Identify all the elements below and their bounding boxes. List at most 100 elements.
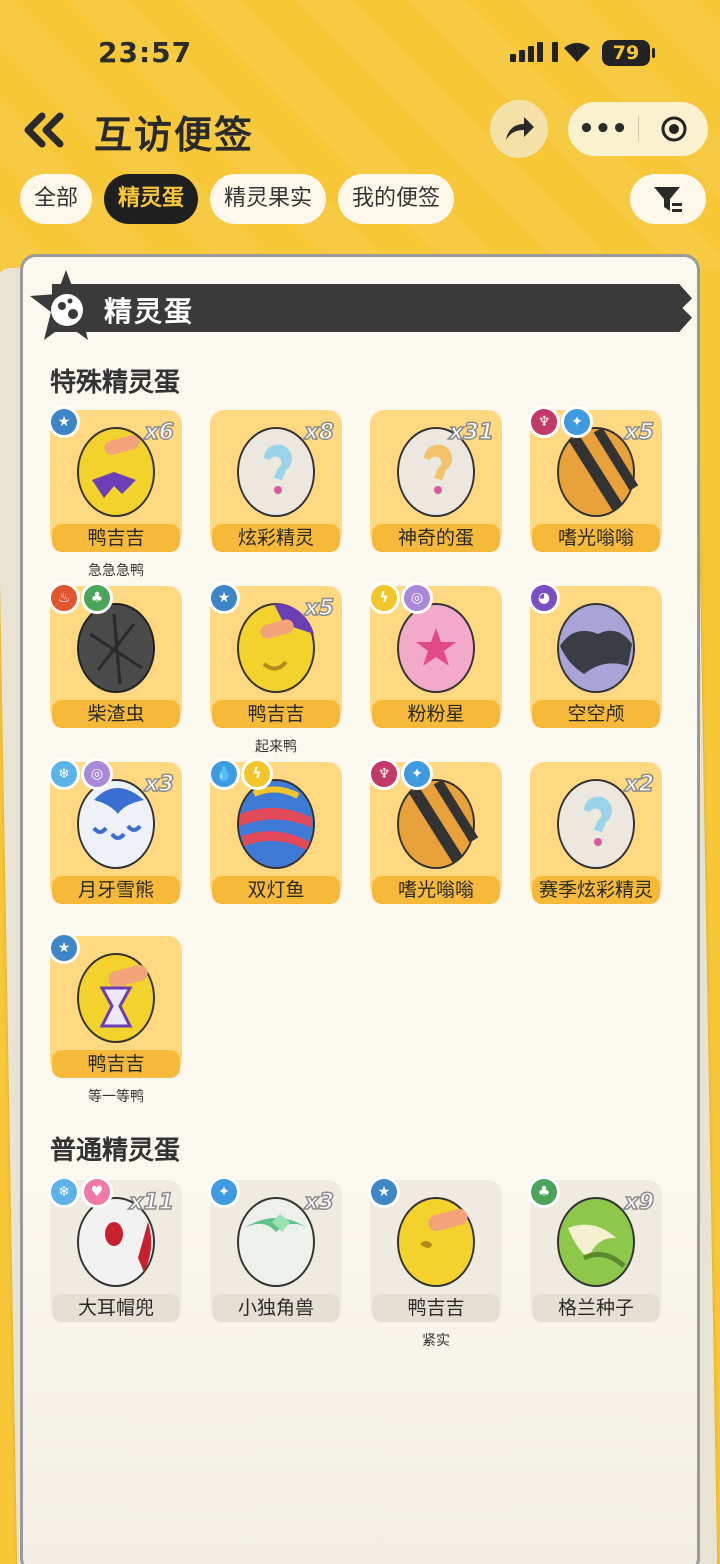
- demon-type-icon: ♆: [368, 758, 400, 790]
- illusion-type-icon: ◎: [401, 582, 433, 614]
- egg-count: x5: [624, 419, 655, 446]
- tab-my-notes[interactable]: 我的便签: [338, 174, 455, 224]
- egg-name: 柴渣虫: [52, 700, 180, 728]
- egg-count: x3: [144, 771, 175, 798]
- demon-type-icon: ♆: [528, 406, 560, 438]
- electric-type-icon: ϟ: [241, 758, 273, 790]
- egg-card[interactable]: x2 赛季炫彩精灵: [530, 762, 662, 906]
- fire-type-icon: ♨: [48, 582, 80, 614]
- battery-indicator: 79: [602, 40, 655, 66]
- ghost-type-icon: ◕: [528, 582, 560, 614]
- egg-card[interactable]: ❄ ♥ x11 大耳帽兜: [48, 1176, 182, 1324]
- back-button[interactable]: [22, 108, 70, 152]
- tab-all[interactable]: 全部: [20, 174, 93, 224]
- egg-icon: [397, 1197, 475, 1287]
- egg-card[interactable]: ★ 鸭吉吉: [48, 932, 182, 1080]
- egg-card[interactable]: x31 神奇的蛋: [370, 410, 502, 554]
- ice-type-icon: ❄: [48, 758, 80, 790]
- egg-card[interactable]: ◕ 空空颅: [528, 582, 662, 730]
- egg-name: 嗜光嗡嗡: [532, 524, 660, 552]
- egg-subtitle: 急急急鸭: [88, 563, 144, 579]
- status-bar: 23:57 79: [0, 0, 720, 100]
- double-chevron-left-icon: [24, 112, 64, 148]
- egg-name: 大耳帽兜: [52, 1294, 180, 1322]
- egg-subtitle: 起来鸭: [255, 739, 297, 755]
- egg-name: 小独角兽: [212, 1294, 340, 1322]
- electric-type-icon: ϟ: [368, 582, 400, 614]
- type-badges: ♆ ✦: [528, 406, 593, 438]
- egg-name: 鸭吉吉: [52, 1050, 180, 1078]
- egg-card[interactable]: ♆ ✦ x5 嗜光嗡嗡: [528, 406, 662, 554]
- miniprogram-capsule: •••: [568, 102, 708, 156]
- type-badges: 💧 ϟ: [208, 758, 273, 790]
- filter-tabs: 全部 精灵蛋 精灵果实 我的便签: [20, 174, 455, 224]
- egg-count: x3: [304, 1189, 335, 1216]
- egg-card[interactable]: ϟ ◎ 粉粉星: [368, 582, 502, 730]
- normal-type-icon: ★: [48, 932, 80, 964]
- grass-type-icon: ♣: [528, 1176, 560, 1208]
- egg-card[interactable]: ★ x6 鸭吉吉: [48, 406, 182, 554]
- type-badges: ϟ ◎: [368, 582, 433, 614]
- page-title: 互访便签: [94, 113, 255, 157]
- egg-name: 鸭吉吉: [372, 1294, 500, 1322]
- share-button[interactable]: [490, 100, 548, 158]
- egg-count: x9: [624, 1189, 655, 1216]
- egg-subtitle: 紧实: [422, 1333, 450, 1349]
- egg-count: x8: [304, 419, 335, 446]
- egg-name: 鸭吉吉: [212, 700, 340, 728]
- egg-subtitle: 等一等鸭: [88, 1089, 144, 1105]
- egg-name: 神奇的蛋: [372, 524, 500, 552]
- egg-card[interactable]: ✦ x3 小独角兽: [208, 1176, 342, 1324]
- type-badges: ❄ ◎: [48, 758, 113, 790]
- wifi-icon: [560, 38, 594, 68]
- type-badges: ★: [208, 582, 240, 614]
- water-type-icon: 💧: [208, 758, 240, 790]
- egg-card[interactable]: ♆ ✦ 嗜光嗡嗡: [368, 758, 502, 906]
- egg-name: 嗜光嗡嗡: [372, 876, 500, 904]
- share-arrow-icon: [506, 117, 534, 140]
- grass-type-icon: ♣: [81, 582, 113, 614]
- egg-card[interactable]: ♣ x9 格兰种子: [528, 1176, 662, 1324]
- type-badges: ♣: [528, 1176, 560, 1208]
- type-badges: ✦: [208, 1176, 240, 1208]
- egg-name: 月牙雪熊: [52, 876, 180, 904]
- star-badge-icon: [28, 268, 104, 344]
- egg-name: 赛季炫彩精灵: [532, 876, 660, 904]
- egg-card[interactable]: 💧 ϟ 双灯鱼: [208, 758, 342, 906]
- type-badges: ❄ ♥: [48, 1176, 113, 1208]
- egg-icon: [557, 603, 635, 693]
- normal-type-icon: ★: [48, 406, 80, 438]
- section-title-normal: 普通精灵蛋: [50, 1136, 181, 1166]
- banner-title: 精灵蛋: [104, 295, 195, 328]
- egg-card[interactable]: ★ 鸭吉吉: [368, 1176, 502, 1324]
- normal-type-icon: ★: [208, 582, 240, 614]
- egg-name: 双灯鱼: [212, 876, 340, 904]
- ice-type-icon: ❄: [48, 1176, 80, 1208]
- more-menu-button[interactable]: •••: [568, 116, 638, 142]
- egg-count: x5: [304, 595, 335, 622]
- cute-type-icon: ♥: [81, 1176, 113, 1208]
- mech-type-icon: ✦: [401, 758, 433, 790]
- funnel-icon: [654, 187, 682, 212]
- mech-type-icon: ✦: [208, 1176, 240, 1208]
- egg-icon: [77, 953, 155, 1043]
- egg-count: x2: [624, 771, 655, 798]
- egg-count: x11: [128, 1189, 174, 1216]
- type-badges: ★: [48, 932, 80, 964]
- egg-card[interactable]: ★ x5 鸭吉吉: [208, 582, 342, 730]
- signal-icon: [510, 42, 558, 62]
- egg-card[interactable]: ♨ ♣ 柴渣虫: [48, 582, 182, 730]
- type-badges: ♨ ♣: [48, 582, 113, 614]
- egg-name: 粉粉星: [372, 700, 500, 728]
- target-circle-icon: [661, 116, 686, 142]
- tab-eggs[interactable]: 精灵蛋: [104, 174, 199, 224]
- filter-button[interactable]: [630, 174, 706, 224]
- section-title-special: 特殊精灵蛋: [50, 368, 181, 398]
- egg-card[interactable]: ❄ ◎ x3 月牙雪熊: [48, 758, 182, 906]
- egg-card[interactable]: x8 炫彩精灵: [210, 410, 342, 554]
- type-badges: ◕: [528, 582, 560, 614]
- tab-fruits[interactable]: 精灵果实: [210, 174, 327, 224]
- egg-name: 鸭吉吉: [52, 524, 180, 552]
- status-time: 23:57: [98, 36, 193, 69]
- close-miniprogram-button[interactable]: [639, 114, 708, 144]
